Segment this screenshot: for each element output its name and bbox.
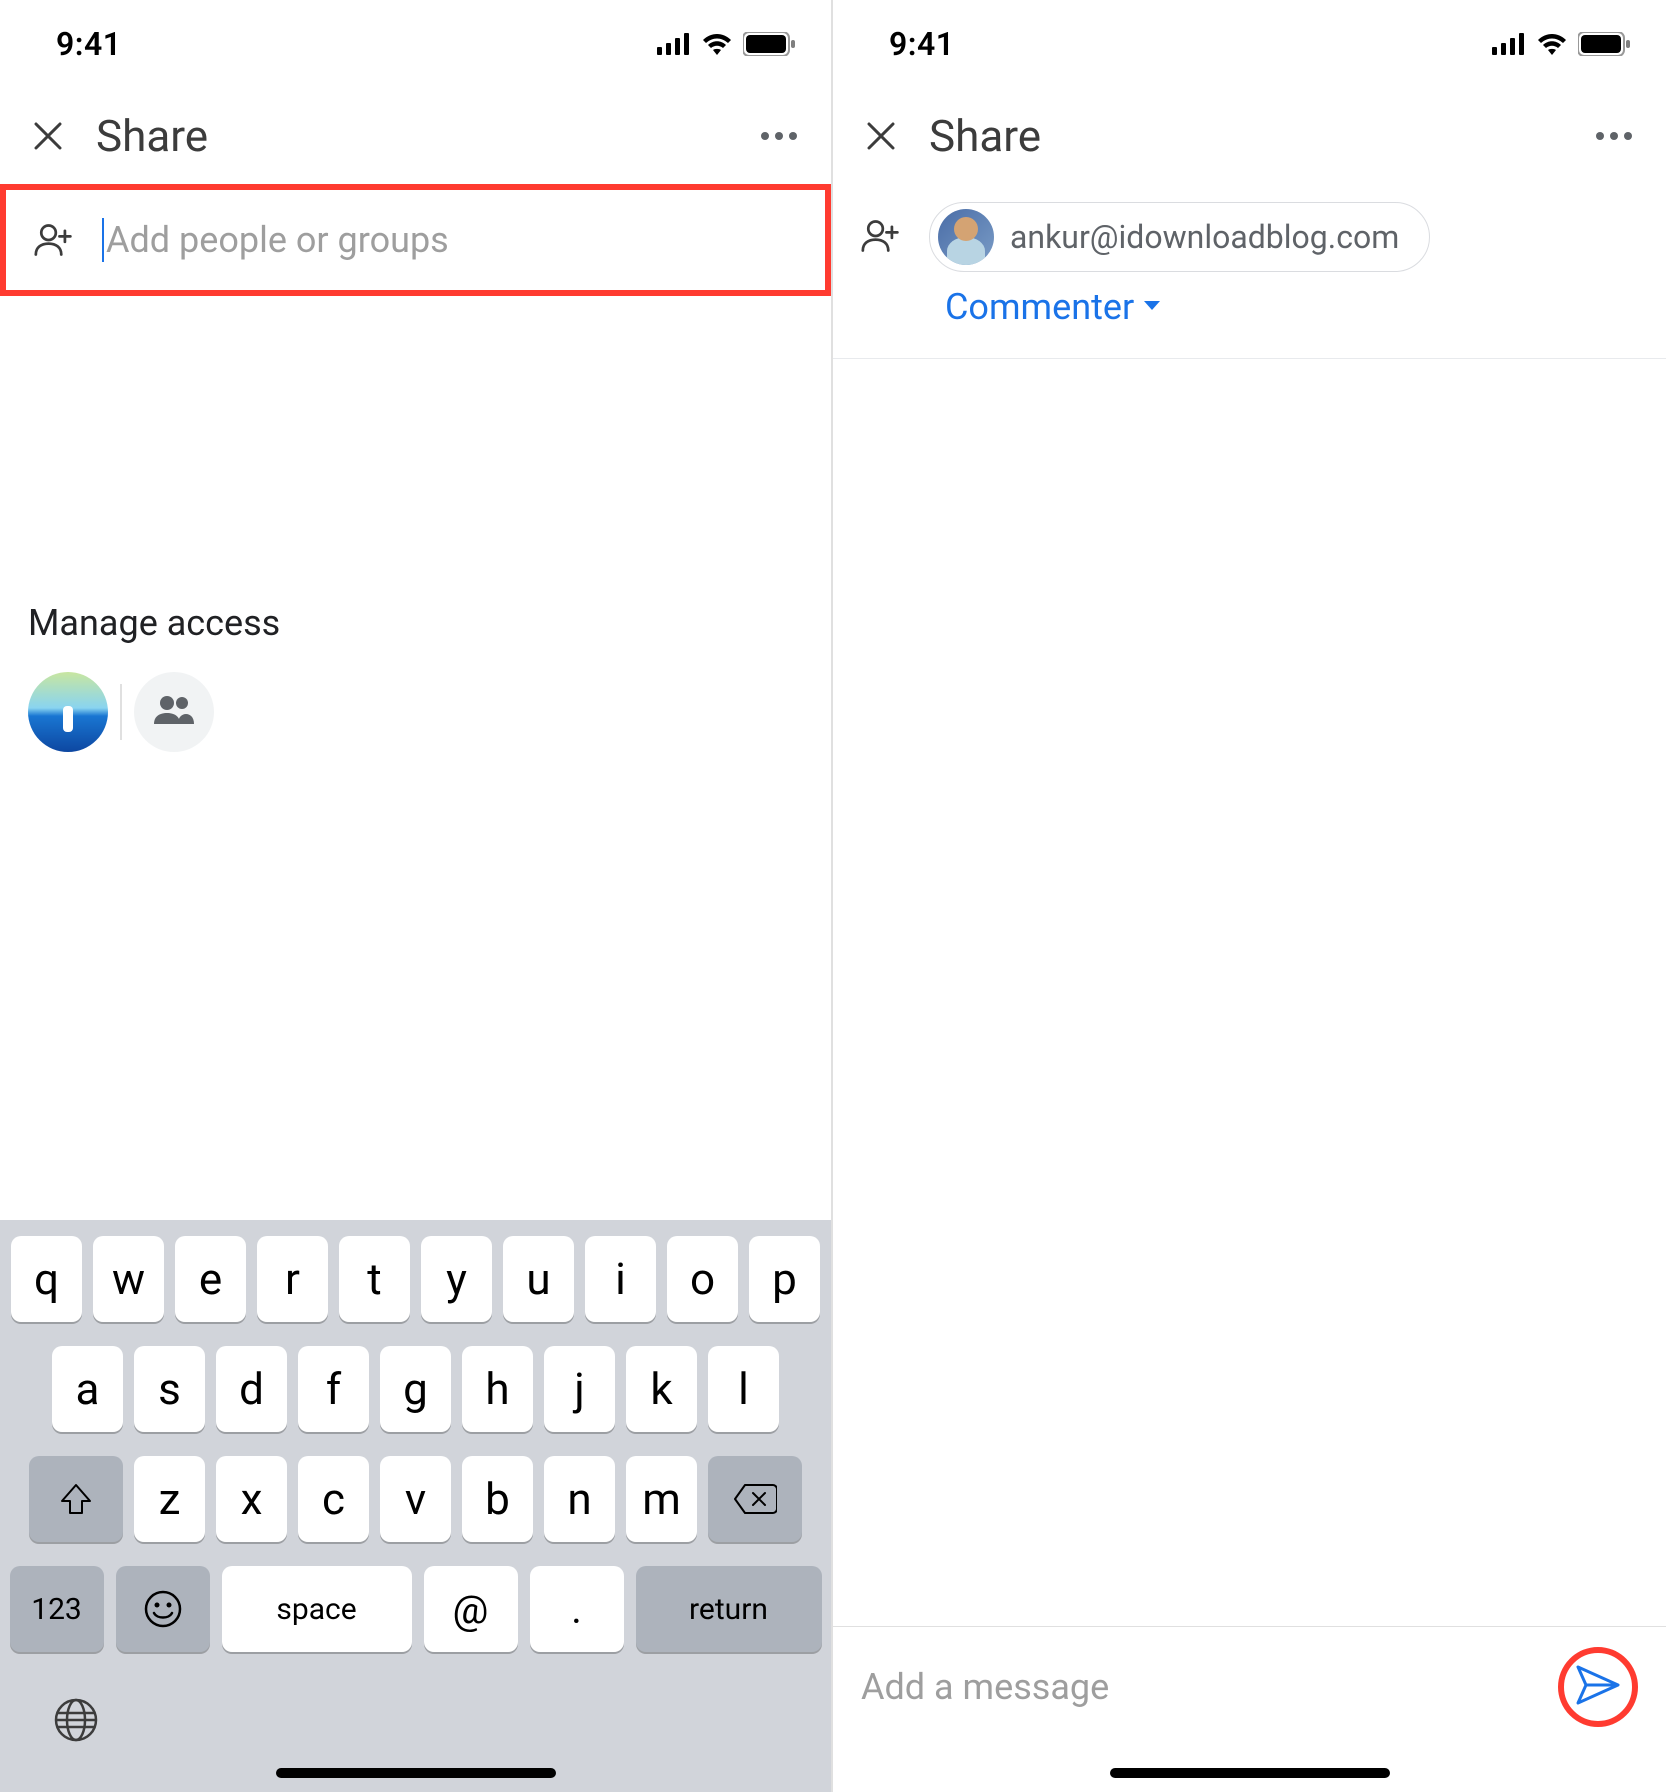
- key-t[interactable]: t: [339, 1236, 410, 1322]
- kb-row-4: 123 space @ . return: [8, 1566, 823, 1652]
- ios-keyboard: qwertyuiop asdfghjkl zxcvbnm 123 space @…: [0, 1220, 831, 1792]
- role-dropdown-row: Commenter: [833, 272, 1666, 354]
- key-k[interactable]: k: [626, 1346, 697, 1432]
- battery-icon: [743, 32, 795, 56]
- emoji-key[interactable]: [116, 1566, 210, 1652]
- wifi-icon: [701, 33, 733, 55]
- close-button[interactable]: [28, 116, 68, 156]
- wifi-icon: [1536, 33, 1568, 55]
- at-key[interactable]: @: [424, 1566, 518, 1652]
- key-q[interactable]: q: [11, 1236, 82, 1322]
- key-i[interactable]: i: [585, 1236, 656, 1322]
- section-divider: [833, 358, 1666, 359]
- phone-left: 9:41 Share Manage access: [0, 0, 833, 1792]
- message-input[interactable]: [861, 1666, 1542, 1708]
- header-title: Share: [929, 110, 1562, 162]
- message-bar: [833, 1626, 1666, 1746]
- status-time: 9:41: [56, 25, 122, 63]
- numbers-key[interactable]: 123: [10, 1566, 104, 1652]
- avatar-divider: [120, 684, 122, 740]
- kb-bottom-row: [8, 1676, 823, 1748]
- key-p[interactable]: p: [749, 1236, 820, 1322]
- home-indicator: [1110, 1768, 1390, 1778]
- key-l[interactable]: l: [708, 1346, 779, 1432]
- send-button[interactable]: [1558, 1647, 1638, 1727]
- add-person-icon: [861, 216, 901, 256]
- manage-access-section: Manage access: [0, 602, 831, 752]
- key-g[interactable]: g: [380, 1346, 451, 1432]
- more-options-button[interactable]: [1590, 112, 1638, 160]
- key-m[interactable]: m: [626, 1456, 697, 1542]
- shift-key[interactable]: [29, 1456, 123, 1542]
- key-v[interactable]: v: [380, 1456, 451, 1542]
- return-key[interactable]: return: [636, 1566, 822, 1652]
- kb-row-2: asdfghjkl: [8, 1346, 823, 1432]
- key-o[interactable]: o: [667, 1236, 738, 1322]
- status-time: 9:41: [889, 25, 955, 63]
- key-w[interactable]: w: [93, 1236, 164, 1322]
- header-title: Share: [96, 110, 727, 162]
- period-key[interactable]: .: [530, 1566, 624, 1652]
- space-key[interactable]: space: [222, 1566, 412, 1652]
- recipient-chip[interactable]: ankur@idownloadblog.com: [929, 202, 1430, 272]
- key-x[interactable]: x: [216, 1456, 287, 1542]
- add-people-input[interactable]: [106, 219, 797, 261]
- kb-row-3: zxcvbnm: [8, 1456, 823, 1542]
- close-button[interactable]: [861, 116, 901, 156]
- group-avatar[interactable]: [134, 672, 214, 752]
- key-b[interactable]: b: [462, 1456, 533, 1542]
- recipient-email: ankur@idownloadblog.com: [1010, 218, 1399, 256]
- send-icon: [1576, 1665, 1620, 1709]
- manage-access-title: Manage access: [28, 602, 803, 644]
- key-u[interactable]: u: [503, 1236, 574, 1322]
- recipients-row: ankur@idownloadblog.com: [833, 184, 1666, 272]
- key-z[interactable]: z: [134, 1456, 205, 1542]
- recipient-avatar: [938, 209, 994, 265]
- key-e[interactable]: e: [175, 1236, 246, 1322]
- role-dropdown[interactable]: Commenter: [945, 286, 1134, 328]
- key-n[interactable]: n: [544, 1456, 615, 1542]
- status-icons: [1492, 32, 1630, 56]
- key-j[interactable]: j: [544, 1346, 615, 1432]
- status-icons: [657, 32, 795, 56]
- text-cursor: [102, 218, 104, 262]
- key-h[interactable]: h: [462, 1346, 533, 1432]
- share-header: Share: [833, 88, 1666, 184]
- access-avatars: [28, 672, 803, 752]
- status-bar: 9:41: [0, 0, 831, 88]
- key-c[interactable]: c: [298, 1456, 369, 1542]
- owner-avatar[interactable]: [28, 672, 108, 752]
- key-y[interactable]: y: [421, 1236, 492, 1322]
- group-icon: [152, 694, 196, 730]
- kb-row-1: qwertyuiop: [8, 1236, 823, 1322]
- home-indicator: [276, 1768, 556, 1778]
- backspace-key[interactable]: [708, 1456, 802, 1542]
- share-header: Share: [0, 88, 831, 184]
- key-f[interactable]: f: [298, 1346, 369, 1432]
- add-person-icon: [34, 220, 74, 260]
- key-d[interactable]: d: [216, 1346, 287, 1432]
- status-bar: 9:41: [833, 0, 1666, 88]
- key-s[interactable]: s: [134, 1346, 205, 1432]
- cellular-signal-icon: [1492, 33, 1526, 55]
- phone-right: 9:41 Share ankur@idownloadblog.com: [833, 0, 1666, 1792]
- key-a[interactable]: a: [52, 1346, 123, 1432]
- key-r[interactable]: r: [257, 1236, 328, 1322]
- globe-icon[interactable]: [52, 1696, 100, 1748]
- caret-down-icon: [1142, 298, 1162, 317]
- more-options-button[interactable]: [755, 112, 803, 160]
- battery-icon: [1578, 32, 1630, 56]
- cellular-signal-icon: [657, 33, 691, 55]
- add-people-row: [0, 184, 831, 296]
